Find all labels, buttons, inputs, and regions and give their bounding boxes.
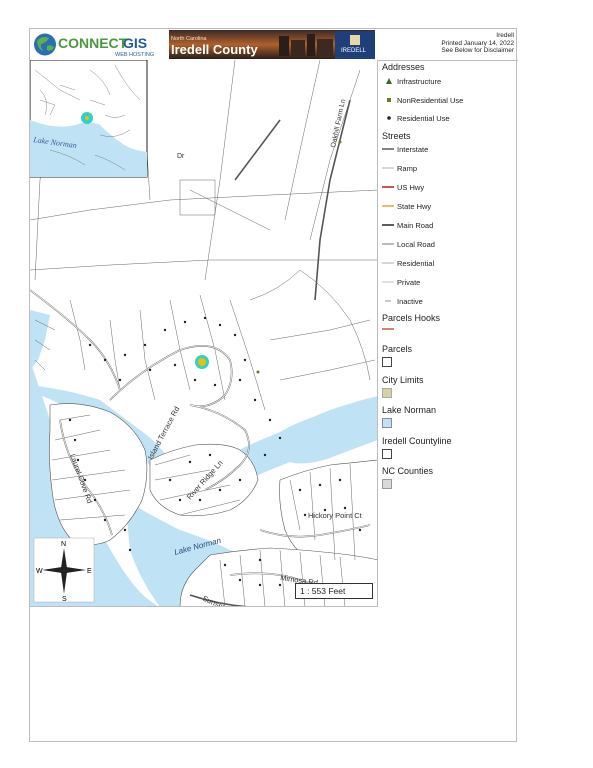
legend-parcels: Parcels — [382, 344, 413, 354]
connectgis-logo: CONNECT GIS WEB HOSTING — [34, 33, 154, 58]
inactive-line-icon — [385, 300, 391, 302]
logo-connect: CONNECT — [58, 35, 128, 51]
print-date: Printed January 14, 2022 — [441, 39, 514, 47]
legend-residential-use: Residential Use — [397, 114, 450, 123]
legend-addresses-title: Addresses — [382, 62, 425, 72]
compass-s: S — [62, 596, 67, 603]
legend-local-road: Local Road — [397, 240, 435, 249]
legend-main-road: Main Road — [397, 221, 434, 230]
ramp-line-icon — [382, 167, 394, 169]
nc-counties-swatch — [382, 479, 392, 489]
iredell-county-banner: North Carolina Iredell County IREDELL — [169, 30, 375, 59]
print-info: Iredell Printed January 14, 2022 See Bel… — [441, 32, 514, 55]
subject-marker[interactable] — [198, 358, 206, 366]
logo-subtext: WEB HOSTING — [115, 52, 154, 58]
legend-ramp: Ramp — [397, 164, 418, 173]
inset-overview-map[interactable]: Lake Norman — [30, 60, 148, 178]
logo-gis: GIS — [123, 35, 147, 51]
print-page: CONNECT GIS WEB HOSTING North Carolina I… — [29, 28, 518, 742]
legend-us-hwy: US Hwy — [397, 183, 425, 192]
compass-e: E — [87, 568, 92, 575]
scale-text: 1 : 553 Feet — [300, 586, 346, 596]
nonresidential-point — [256, 370, 260, 374]
city-limits-swatch — [382, 388, 392, 398]
lake-norman-swatch — [382, 418, 392, 428]
legend-interstate: Interstate — [397, 145, 429, 154]
square-dot-icon — [387, 98, 391, 102]
compass-n: N — [61, 541, 66, 548]
compass-w: W — [36, 568, 43, 575]
legend-state-hwy: State Hwy — [397, 202, 432, 211]
legend-private: Private — [397, 278, 421, 287]
header: CONNECT GIS WEB HOSTING North Carolina I… — [30, 29, 518, 61]
label-dr: Dr — [177, 153, 185, 160]
countyline-swatch — [382, 449, 392, 459]
us-hwy-line-icon — [382, 186, 394, 188]
legend-residential: Residential — [397, 259, 435, 268]
private-line-icon — [382, 281, 394, 283]
state-hwy-line-icon — [382, 205, 394, 207]
main-road-line-icon — [382, 224, 394, 226]
legend-infrastructure: Infrastructure — [397, 77, 442, 86]
parcels-swatch — [382, 357, 392, 367]
local-road-line-icon — [382, 243, 394, 245]
dot-icon — [387, 116, 391, 120]
print-disclaimer: See Below for Disclaimer — [441, 47, 514, 54]
residential-line-icon — [382, 262, 394, 264]
legend-parcels-hooks: Parcels Hooks — [382, 313, 441, 323]
parcels-hooks-line-icon — [382, 328, 394, 330]
legend-inactive: Inactive — [397, 297, 423, 306]
legend-nc-counties: NC Counties — [382, 466, 434, 476]
legend-iredell-countyline: Iredell Countyline — [382, 436, 452, 446]
legend-lake-norman: Lake Norman — [382, 405, 437, 415]
print-county: Iredell — [496, 32, 514, 39]
legend-city-limits: City Limits — [382, 375, 424, 385]
map-canvas[interactable]: Laurel Cove Rd Island Terrace Rd River R… — [30, 60, 378, 607]
triangle-icon — [386, 78, 392, 84]
label-hickory-point: Hickory Point Ct — [308, 511, 363, 520]
banner-county: Iredell County — [171, 42, 258, 57]
map-view[interactable]: Laurel Cove Rd Island Terrace Rd River R… — [30, 60, 378, 607]
banner-seal-text: IREDELL — [341, 48, 367, 54]
scale-bar: 1 : 553 Feet — [295, 583, 373, 599]
compass-rose: N S W E — [33, 537, 95, 603]
legend-nonresidential: NonResidential Use — [397, 96, 464, 105]
interstate-line-icon — [382, 148, 394, 150]
legend-streets-title: Streets — [382, 131, 411, 141]
